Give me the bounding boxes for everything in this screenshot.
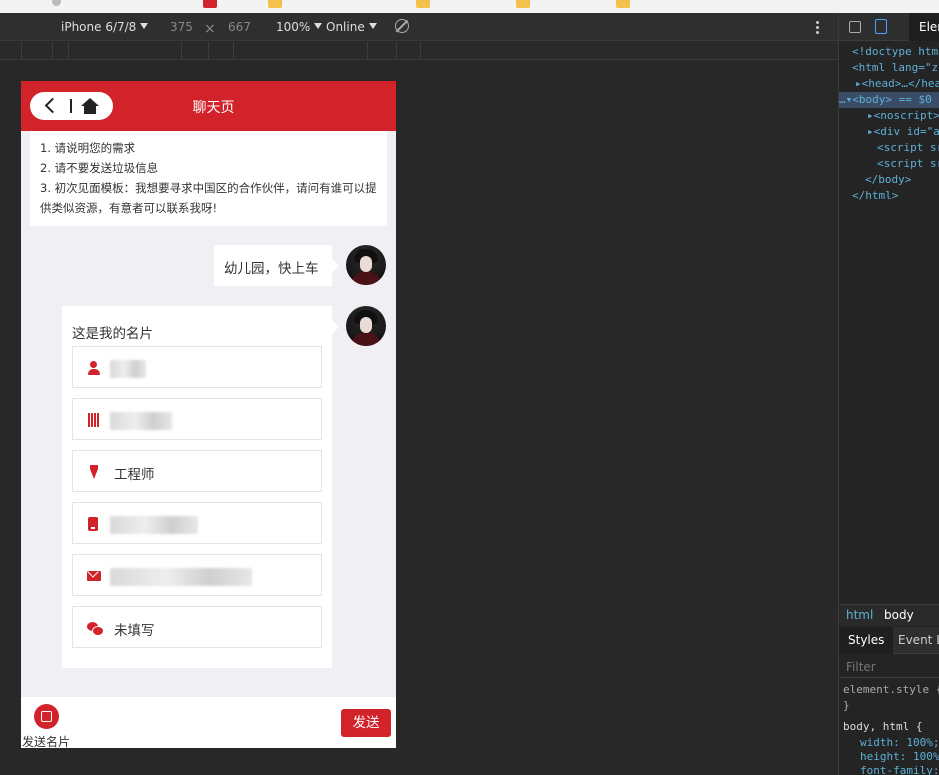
dom-node-selected[interactable]: …▾<body> == $0 bbox=[839, 92, 939, 108]
tie-icon bbox=[87, 465, 101, 479]
inspect-element-icon[interactable] bbox=[849, 21, 861, 33]
width-input[interactable]: 375 bbox=[170, 20, 193, 34]
tab-event-listeners[interactable]: Event Li bbox=[898, 633, 939, 647]
bookmark-folder-icon[interactable] bbox=[616, 0, 630, 8]
send-card-icon[interactable] bbox=[34, 704, 59, 729]
css-property[interactable]: font-family: bbox=[860, 764, 939, 775]
card-field-email bbox=[72, 554, 322, 596]
card-field-name bbox=[72, 346, 322, 388]
css-property[interactable]: width: 100%; bbox=[860, 736, 939, 749]
message-bubble: 幼儿园，快上车 bbox=[214, 245, 339, 286]
business-card-message: 这是我的名片 工程师 未填写 bbox=[62, 306, 339, 668]
crumb-body[interactable]: body bbox=[884, 608, 914, 622]
chat-notice: 1. 请说明您的需求 2. 请不要发送垃圾信息 3. 初次见面模板：我想要寻求中… bbox=[30, 131, 387, 226]
avatar[interactable] bbox=[346, 306, 386, 346]
bookmark-icon[interactable] bbox=[203, 0, 217, 8]
devtools-panel: Elem <!doctype htm <html lang="zh ▸<head… bbox=[838, 13, 939, 775]
styles-filter-input[interactable]: Filter bbox=[839, 656, 939, 678]
tab-elements[interactable]: Elem bbox=[909, 13, 939, 41]
nav-bar: 聊天页 bbox=[21, 81, 396, 131]
input-bar: 发送名片 发送 bbox=[21, 697, 396, 748]
dom-node[interactable]: </body> bbox=[839, 172, 939, 188]
bookmark-icon[interactable] bbox=[52, 0, 61, 6]
dom-node[interactable]: <script sr bbox=[839, 156, 939, 172]
element-style-rule: element.style { bbox=[843, 683, 939, 696]
redacted-value bbox=[110, 412, 172, 430]
bookmarks-bar bbox=[0, 0, 939, 13]
css-selector: body, html { bbox=[843, 720, 923, 733]
dom-node[interactable]: <html lang="zh bbox=[839, 60, 939, 76]
rotate-icon[interactable] bbox=[395, 19, 409, 33]
card-title: 这是我的名片 bbox=[72, 326, 153, 342]
send-card-label[interactable]: 发送名片 bbox=[22, 733, 70, 748]
dropdown-arrow-icon bbox=[314, 23, 323, 29]
dropdown-arrow-icon bbox=[140, 23, 149, 29]
dom-node[interactable]: ▸<head>…</hea bbox=[839, 76, 939, 92]
device-select[interactable]: iPhone 6/7/8 bbox=[61, 20, 149, 34]
dom-node[interactable]: <!doctype htm bbox=[839, 44, 939, 60]
redacted-value bbox=[110, 360, 146, 378]
wechat-icon bbox=[87, 621, 104, 636]
bookmark-folder-icon[interactable] bbox=[416, 0, 430, 8]
device-toolbar: iPhone 6/7/8 375 × 667 100% Online bbox=[0, 13, 838, 41]
bookmark-folder-icon[interactable] bbox=[516, 0, 530, 8]
sidebar-tabs: Styles Event Li bbox=[839, 627, 939, 654]
dom-node[interactable]: <script sr bbox=[839, 140, 939, 156]
redacted-value bbox=[110, 516, 198, 534]
breadcrumb: html body bbox=[839, 604, 939, 626]
redacted-value bbox=[110, 568, 252, 586]
css-property[interactable]: height: 100% bbox=[860, 750, 939, 763]
avatar[interactable] bbox=[346, 245, 386, 285]
dom-node[interactable]: ▸<noscript> bbox=[839, 108, 939, 124]
card-field-value: 工程师 bbox=[114, 467, 155, 483]
crumb-html[interactable]: html bbox=[846, 608, 873, 622]
notice-line: 3. 初次见面模板：我想要寻求中国区的合作伙伴，请问有谁可以提供类似资源，有意者… bbox=[40, 181, 377, 215]
bookmark-folder-icon[interactable] bbox=[268, 0, 282, 8]
mobile-icon bbox=[88, 517, 98, 531]
devtools-toolbar: Elem bbox=[839, 13, 939, 41]
height-input[interactable]: 667 bbox=[228, 20, 251, 34]
card-field-company bbox=[72, 398, 322, 440]
media-query-ruler bbox=[0, 42, 839, 60]
zoom-select[interactable]: 100% bbox=[276, 20, 323, 34]
rule-close: } bbox=[843, 699, 850, 712]
network-select[interactable]: Online bbox=[326, 20, 377, 34]
mail-icon bbox=[87, 571, 101, 581]
tab-styles[interactable]: Styles bbox=[839, 627, 894, 654]
more-options-icon[interactable] bbox=[816, 21, 820, 35]
building-icon bbox=[88, 413, 99, 427]
dom-node[interactable]: ▸<div id="a bbox=[839, 124, 939, 140]
page-title: 聊天页 bbox=[192, 100, 235, 116]
notice-line: 1. 请说明您的需求 bbox=[40, 141, 136, 155]
dom-tree: <!doctype htm <html lang="zh ▸<head>…</h… bbox=[839, 41, 939, 204]
card-field-phone bbox=[72, 502, 322, 544]
notice-line: 2. 请不要发送垃圾信息 bbox=[40, 161, 159, 175]
user-icon bbox=[87, 361, 101, 375]
dom-node[interactable]: </html> bbox=[839, 188, 939, 204]
card-field-value: 未填写 bbox=[114, 623, 155, 639]
device-toggle-icon[interactable] bbox=[875, 19, 887, 34]
dimension-separator: × bbox=[204, 21, 216, 37]
card-field-wechat: 未填写 bbox=[72, 606, 322, 648]
dropdown-arrow-icon bbox=[368, 23, 377, 29]
card-field-title: 工程师 bbox=[72, 450, 322, 492]
send-button[interactable]: 发送 bbox=[341, 709, 391, 737]
phone-viewport: 聊天页 1. 请说明您的需求 2. 请不要发送垃圾信息 3. 初次见面模板：我想… bbox=[21, 81, 396, 748]
